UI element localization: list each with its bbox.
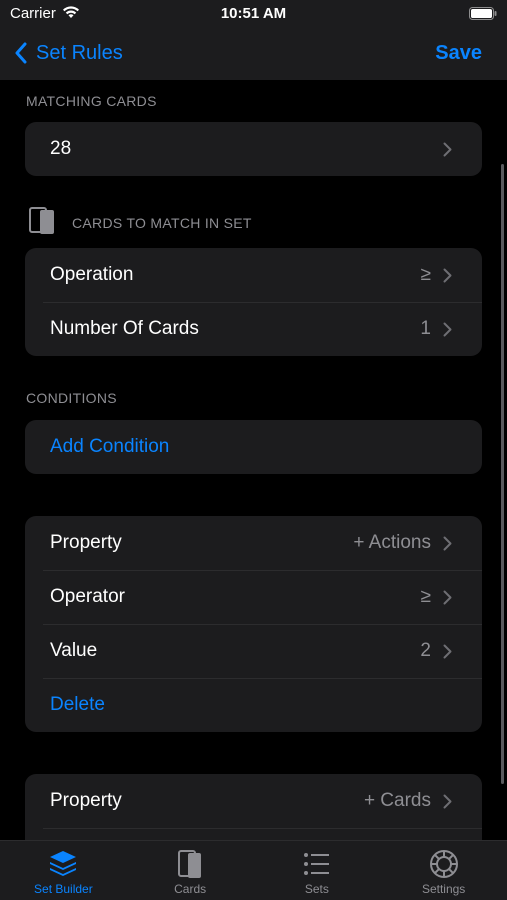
- back-chevron-icon: [15, 42, 27, 64]
- number-of-cards-row[interactable]: Number Of Cards 1: [25, 302, 482, 356]
- delete-condition-button[interactable]: Delete: [25, 678, 482, 732]
- property-value: + Cards: [363, 790, 431, 811]
- matching-count-value: 28: [50, 138, 72, 159]
- matching-cards-group: 28: [25, 122, 482, 176]
- tab-label: Settings: [421, 882, 466, 896]
- tab-set-builder[interactable]: Set Builder: [0, 841, 127, 900]
- conditions-header: CONDITIONS: [26, 390, 117, 406]
- save-button[interactable]: Save: [435, 38, 482, 68]
- chevron-right-icon: [443, 644, 452, 658]
- tab-label: Set Builder: [34, 882, 93, 896]
- operation-row[interactable]: Operation ≥: [25, 248, 482, 302]
- chevron-right-icon: [443, 322, 452, 336]
- card-icon: [178, 850, 202, 878]
- back-button[interactable]: Set Rules: [14, 38, 123, 68]
- back-label: Set Rules: [36, 41, 123, 64]
- chevron-right-icon: [443, 268, 452, 282]
- matching-count-row[interactable]: 28: [25, 122, 482, 176]
- condition-property-row[interactable]: Property + Actions: [25, 516, 482, 570]
- number-of-cards-value: 1: [420, 318, 431, 339]
- card-icon: [29, 207, 54, 234]
- number-of-cards-label: Number Of Cards: [50, 318, 199, 339]
- tab-settings[interactable]: Settings: [380, 841, 507, 900]
- chevron-right-icon: [443, 794, 452, 808]
- scroll-indicator[interactable]: [501, 164, 504, 784]
- matching-cards-header: MATCHING CARDS: [26, 93, 157, 109]
- chevron-right-icon: [443, 142, 452, 156]
- condition-operator-row[interactable]: Operator ≥: [25, 570, 482, 624]
- add-condition-button[interactable]: Add Condition: [25, 420, 482, 474]
- chevron-right-icon: [443, 590, 452, 604]
- tab-label: Cards: [174, 882, 207, 896]
- condition-group-1: Property + Actions Operator ≥ Value 2 De…: [25, 516, 482, 732]
- operator-value: ≥: [420, 586, 431, 607]
- stack-icon: [50, 851, 77, 876]
- condition-value-row[interactable]: Value 2: [25, 624, 482, 678]
- rules-form[interactable]: MATCHING CARDS 28 CARDS TO MATCH IN SET …: [0, 80, 507, 840]
- property-label: Property: [50, 790, 122, 811]
- value-label: Value: [50, 640, 98, 661]
- tab-sets[interactable]: Sets: [254, 841, 381, 900]
- property-label: Property: [50, 532, 122, 553]
- condition-operator-row[interactable]: [25, 828, 482, 840]
- status-bar: Carrier 10:51 AM: [0, 0, 507, 28]
- add-condition-group: Add Condition: [25, 420, 482, 474]
- tab-cards[interactable]: Cards: [127, 841, 254, 900]
- cards-to-match-group: Operation ≥ Number Of Cards 1: [25, 248, 482, 356]
- status-time: 10:51 AM: [220, 5, 287, 22]
- property-value: + Actions: [353, 532, 431, 553]
- condition-property-row[interactable]: Property + Cards: [25, 774, 482, 828]
- cards-to-match-header: CARDS TO MATCH IN SET: [72, 215, 252, 231]
- navigation-bar: Set Rules Save: [0, 28, 507, 80]
- delete-label: Delete: [50, 694, 105, 715]
- chevron-right-icon: [443, 536, 452, 550]
- value-value: 2: [420, 640, 431, 661]
- condition-group-2: Property + Cards: [25, 774, 482, 840]
- tab-label: Sets: [304, 882, 329, 896]
- operator-label: Operator: [50, 586, 125, 607]
- operation-value: ≥: [420, 264, 431, 285]
- add-condition-label: Add Condition: [50, 436, 170, 457]
- tab-bar: Set Builder Cards Sets Settings: [0, 840, 507, 900]
- gear-icon: [429, 850, 458, 878]
- operation-label: Operation: [50, 264, 134, 285]
- list-icon: [303, 853, 329, 875]
- battery-icon: [469, 7, 497, 20]
